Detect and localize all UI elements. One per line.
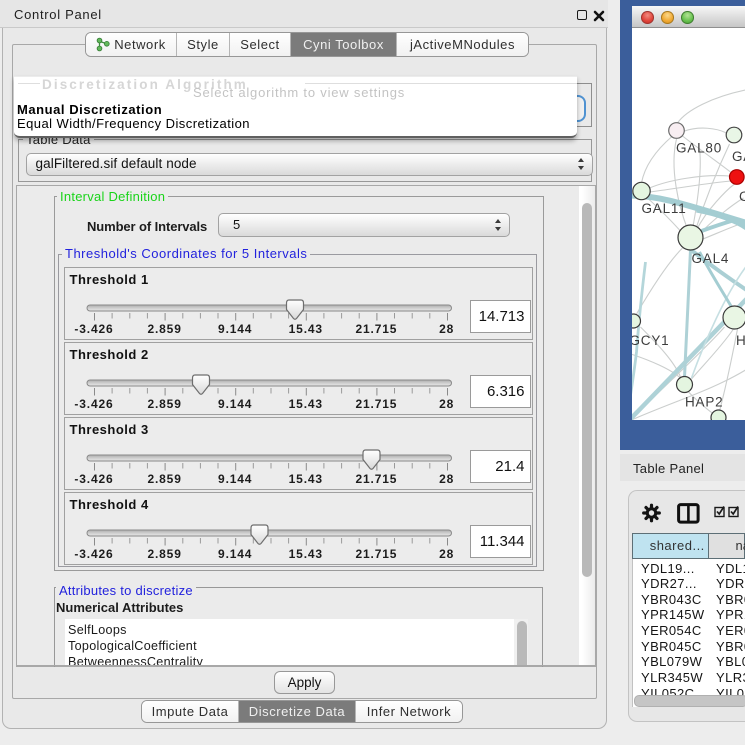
svg-text:GAL80: GAL80 (676, 141, 722, 156)
svg-text:H: H (736, 333, 745, 348)
svg-text:C: C (739, 189, 745, 204)
svg-text:GCY1: GCY1 (632, 333, 669, 348)
svg-text:GAL11: GAL11 (641, 201, 686, 216)
svg-text:GAL4: GAL4 (691, 251, 729, 266)
svg-text:HAP2: HAP2 (685, 395, 723, 410)
svg-text:GA: GA (732, 149, 745, 164)
